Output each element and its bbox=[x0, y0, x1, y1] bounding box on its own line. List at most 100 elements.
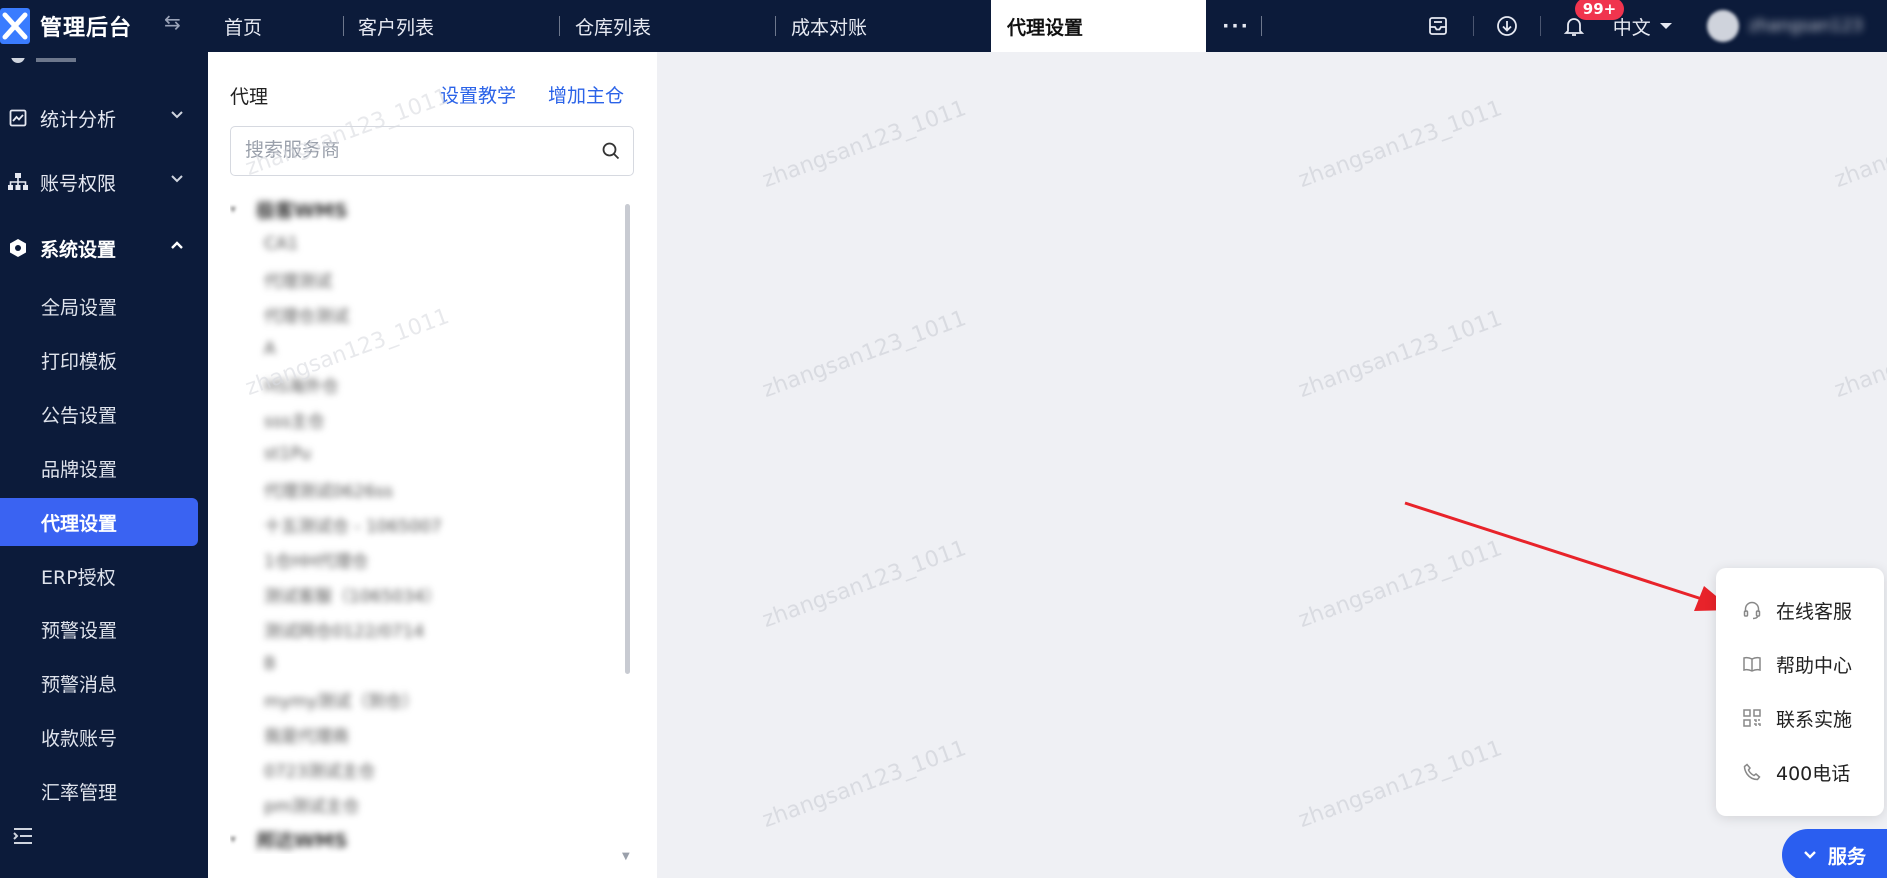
notification-badge: 99+ bbox=[1574, 0, 1625, 20]
service-item-label: 400电话 bbox=[1776, 762, 1851, 785]
service-menu: 在线客服 帮助中心 联系实施 400电话 bbox=[1716, 568, 1884, 816]
headset-icon bbox=[1742, 600, 1762, 620]
sidebar-item-erp-authorization[interactable]: ERP授权 bbox=[0, 552, 198, 600]
tree-group[interactable]: ▾ 极客WMS bbox=[230, 194, 348, 224]
tab-label: 客户列表 bbox=[358, 16, 435, 39]
collapse-menu-icon[interactable] bbox=[12, 826, 34, 850]
nav-group-label: 系统设置 bbox=[40, 238, 117, 261]
tree-item[interactable]: pm测试主仓 bbox=[264, 789, 359, 819]
sidebar-item-print-templates[interactable]: 打印模板 bbox=[0, 336, 198, 384]
tab-label: 成本对账 bbox=[791, 16, 868, 39]
sidebar-item-label: 全局设置 bbox=[41, 296, 118, 319]
tab-label: 代理设置 bbox=[1007, 16, 1084, 39]
sidebar-item-global-settings[interactable]: 全局设置 bbox=[0, 282, 198, 330]
tree-item[interactable]: 代理测试 bbox=[264, 264, 332, 294]
service-item-contact-implementation[interactable]: 联系实施 bbox=[1742, 703, 1852, 733]
tree-item[interactable]: 测试网仓0122/0714 bbox=[264, 614, 424, 644]
tree-item[interactable]: A bbox=[264, 334, 276, 364]
sidebar-item-exchange-rates[interactable]: 汇率管理 bbox=[0, 767, 198, 815]
user-menu[interactable]: zhangsan123 bbox=[1706, 10, 1863, 42]
watermark: zhangsan123_1011 bbox=[1295, 536, 1506, 633]
tab-cost-reconciliation[interactable]: 成本对账 bbox=[776, 0, 991, 52]
tree-item[interactable]: 代理测试0626ss bbox=[264, 474, 393, 504]
tab-more-button[interactable]: ··· bbox=[1206, 0, 1266, 52]
agent-tree: ▾ 极客WMS CA1 代理测试 代理仓测试 A HS海外仓 sss主仓 st1P… bbox=[230, 194, 620, 854]
tab-divider bbox=[1261, 16, 1262, 36]
tree-item[interactable]: 我是代理商 bbox=[264, 719, 349, 749]
service-item-help-center[interactable]: 帮助中心 bbox=[1742, 649, 1852, 679]
sidebar-item-label: 品牌设置 bbox=[41, 458, 118, 481]
scroll-down-icon[interactable]: ▼ bbox=[622, 851, 630, 862]
tree-group[interactable]: ▾ 邦达WMS bbox=[230, 824, 348, 854]
nav-group-statistics[interactable]: 统计分析 bbox=[0, 94, 208, 142]
service-item-label: 在线客服 bbox=[1776, 600, 1853, 623]
brand[interactable]: 管理后台 bbox=[0, 0, 132, 52]
sidebar-item-label: 公告设置 bbox=[41, 404, 118, 427]
tree-item[interactable]: 十五测试仓 - 1065007 bbox=[264, 509, 442, 539]
service-item-online-support[interactable]: 在线客服 bbox=[1742, 595, 1852, 625]
sidebar-item-label: 代理设置 bbox=[41, 512, 118, 535]
top-navbar: 管理后台 ⇆ 首页 客户列表 仓库列表 成本对账 代理设置 ··· 99+ 中文… bbox=[0, 0, 1887, 52]
caret-down-icon bbox=[1659, 23, 1672, 29]
tree-group-label: 极客WMS bbox=[256, 199, 348, 222]
tree-scrollbar[interactable]: ▼ bbox=[622, 196, 632, 862]
sidebar-item-alert-settings[interactable]: 预警设置 bbox=[0, 605, 198, 653]
agent-panel: 代理 设置教学 增加主仓 ▾极客WMS CA1 代理测试 代理仓测试 A HS海… bbox=[208, 52, 657, 878]
add-main-warehouse-link[interactable]: 增加主仓 bbox=[548, 81, 624, 108]
sidebar-item-brand-settings[interactable]: 品牌设置 bbox=[0, 444, 198, 492]
sidebar-item-announcement-settings[interactable]: 公告设置 bbox=[0, 390, 198, 438]
notification-bell[interactable]: 99+ bbox=[1559, 0, 1625, 38]
tree-expand-icon: ▾ bbox=[230, 202, 237, 216]
org-tree-icon bbox=[8, 172, 28, 192]
sidebar-item-label: ERP授权 bbox=[41, 566, 116, 589]
tab-customer-list[interactable]: 客户列表 bbox=[344, 0, 560, 52]
tab-home[interactable]: 首页 bbox=[208, 0, 344, 52]
avatar bbox=[1706, 10, 1739, 42]
chart-icon bbox=[8, 108, 28, 128]
tree-item[interactable]: B bbox=[264, 649, 276, 679]
sidebar-item-label: 汇率管理 bbox=[41, 781, 118, 804]
download-icon[interactable] bbox=[1492, 15, 1522, 37]
sidebar-item-payment-accounts[interactable]: 收款账号 bbox=[0, 713, 198, 761]
book-icon bbox=[1742, 654, 1762, 674]
chevron-up-icon bbox=[171, 241, 183, 249]
service-button[interactable]: 服务 bbox=[1782, 829, 1887, 878]
scrollbar-thumb[interactable] bbox=[625, 204, 630, 674]
tree-item[interactable]: 0723测试主仓 bbox=[264, 754, 375, 784]
nav-group-account-permissions[interactable]: 账号权限 bbox=[0, 158, 208, 206]
tree-item[interactable]: 代理仓测试 bbox=[264, 299, 349, 329]
tab-agent-settings[interactable]: 代理设置 bbox=[991, 0, 1206, 52]
nav-group-label: 账号权限 bbox=[40, 172, 117, 195]
tree-item[interactable]: mymy测试（到仓） bbox=[264, 684, 419, 714]
tree-item[interactable]: CA1 bbox=[264, 229, 298, 259]
language-selector[interactable]: 中文 bbox=[1613, 13, 1673, 40]
tree-item[interactable]: sss主仓 bbox=[264, 404, 325, 434]
watermark: zhangsan123_1011 bbox=[1831, 96, 1887, 193]
sidebar-item-label: 预警消息 bbox=[41, 673, 118, 696]
tree-expand-icon: ▾ bbox=[230, 832, 237, 846]
tab-label: 首页 bbox=[224, 16, 263, 39]
sidebar-item-label: 预警设置 bbox=[41, 619, 118, 642]
service-item-phone[interactable]: 400电话 bbox=[1742, 757, 1850, 787]
app-title: 管理后台 bbox=[40, 16, 133, 41]
tree-item[interactable]: 1仓HH代理仓 bbox=[264, 544, 368, 574]
inbox-icon[interactable] bbox=[1423, 15, 1453, 37]
settings-hex-icon bbox=[8, 238, 28, 258]
app-logo-icon bbox=[0, 8, 30, 44]
more-dots-icon: ··· bbox=[1222, 15, 1250, 37]
username: zhangsan123 bbox=[1748, 16, 1863, 36]
search-icon[interactable] bbox=[601, 141, 621, 161]
swap-arrows-icon[interactable]: ⇆ bbox=[164, 10, 181, 34]
nav-group-system-settings[interactable]: 系统设置 bbox=[0, 224, 208, 272]
chevron-down-icon bbox=[171, 111, 183, 119]
page-tabs: 首页 客户列表 仓库列表 成本对账 代理设置 ··· bbox=[208, 0, 1266, 52]
sidebar-item-agent-settings[interactable]: 代理设置 bbox=[0, 498, 198, 546]
sidebar-item-alert-messages[interactable]: 预警消息 bbox=[0, 659, 198, 707]
sidebar-item-label: 打印模板 bbox=[41, 350, 118, 373]
service-item-label: 联系实施 bbox=[1776, 708, 1853, 731]
tree-item[interactable]: st1Pu bbox=[264, 439, 311, 469]
header-divider bbox=[1539, 16, 1541, 36]
tree-item[interactable]: 测试客服（1065034） bbox=[264, 579, 442, 609]
tab-warehouse-list[interactable]: 仓库列表 bbox=[560, 0, 776, 52]
header-actions: 99+ 中文 zhangsan123 bbox=[1423, 0, 1887, 52]
